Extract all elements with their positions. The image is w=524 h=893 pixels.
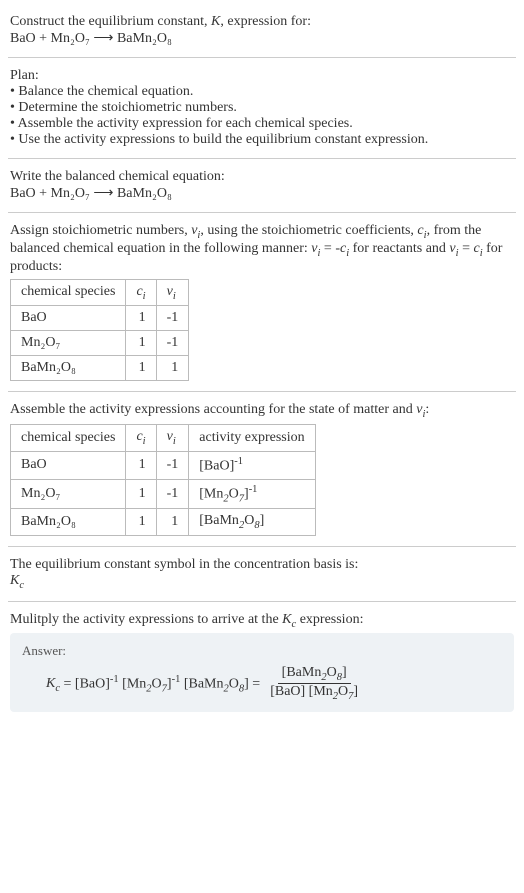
- answer-box: Answer: Kc = [BaO]-1 [Mn2O7]-1 [BaMn2O8]…: [10, 633, 514, 712]
- answer-label: Answer:: [22, 643, 502, 659]
- header-equation: BaO + Mn₂O₇ ⟶ BaMn₂O₈: [10, 30, 514, 47]
- divider: [8, 546, 516, 547]
- balanced-section: Write the balanced chemical equation: Ba…: [8, 163, 516, 208]
- table-row: BaMn₂O₈ 1 1: [11, 356, 189, 381]
- col-v: νi: [156, 279, 189, 306]
- kc-fraction: [BaMn2O8] [BaO] [Mn2O7]: [266, 665, 362, 702]
- assign-section: Assign stoichiometric numbers, νi, using…: [8, 217, 516, 387]
- kc-lhs: Kc = [BaO]-1 [Mn2O7]-1 [BaMn2O8] =: [46, 674, 260, 694]
- fraction-denominator: [BaO] [Mn2O7]: [266, 684, 362, 702]
- assemble-text: Assemble the activity expressions accoun…: [10, 402, 514, 420]
- cell-c: 1: [126, 509, 156, 536]
- divider: [8, 57, 516, 58]
- header-prompt: Construct the equilibrium constant, K, e…: [10, 14, 514, 30]
- col-c: ci: [126, 279, 156, 306]
- kc-expression: Kc = [BaO]-1 [Mn2O7]-1 [BaMn2O8] = [BaMn…: [22, 665, 502, 702]
- stoich-table-1: chemical species ci νi BaO 1 -1 Mn₂O₇ 1 …: [10, 279, 189, 382]
- table-row: BaO 1 -1: [11, 306, 189, 331]
- cell-species: BaMn₂O₈: [11, 509, 126, 536]
- cell-v: -1: [156, 306, 189, 331]
- cell-activity: [Mn2O7]-1: [189, 479, 315, 508]
- multiply-section: Mulitply the activity expressions to arr…: [8, 606, 516, 718]
- plan-bullet-2: • Determine the stoichiometric numbers.: [10, 100, 514, 116]
- cell-v: -1: [156, 479, 189, 508]
- divider: [8, 391, 516, 392]
- balanced-equation: BaO + Mn₂O₇ ⟶ BaMn₂O₈: [10, 185, 514, 202]
- cell-v: -1: [156, 451, 189, 479]
- col-species: chemical species: [11, 279, 126, 306]
- header-section: Construct the equilibrium constant, K, e…: [8, 8, 516, 53]
- assemble-section: Assemble the activity expressions accoun…: [8, 396, 516, 542]
- cell-species: BaO: [11, 306, 126, 331]
- table-row: Mn₂O₇ 1 -1: [11, 331, 189, 356]
- table-header-row: chemical species ci νi activity expressi…: [11, 425, 316, 452]
- cell-species: Mn₂O₇: [11, 479, 126, 508]
- cell-activity: [BaMn2O8]: [189, 509, 315, 536]
- col-activity: activity expression: [189, 425, 315, 452]
- cell-v: 1: [156, 356, 189, 381]
- cell-activity: [BaO]-1: [189, 451, 315, 479]
- cell-c: 1: [126, 306, 156, 331]
- table-row: Mn₂O₇ 1 -1 [Mn2O7]-1: [11, 479, 316, 508]
- cell-species: Mn₂O₇: [11, 331, 126, 356]
- col-c: ci: [126, 425, 156, 452]
- col-species: chemical species: [11, 425, 126, 452]
- cell-c: 1: [126, 356, 156, 381]
- plan-bullet-4: • Use the activity expressions to build …: [10, 132, 514, 148]
- plan-title: Plan:: [10, 68, 514, 84]
- divider: [8, 601, 516, 602]
- cell-v: 1: [156, 509, 189, 536]
- assign-text: Assign stoichiometric numbers, νi, using…: [10, 223, 514, 275]
- divider: [8, 158, 516, 159]
- plan-bullet-1: • Balance the chemical equation.: [10, 84, 514, 100]
- plan-section: Plan: • Balance the chemical equation. •…: [8, 62, 516, 154]
- fraction-numerator: [BaMn2O8]: [278, 665, 351, 684]
- symbol-section: The equilibrium constant symbol in the c…: [8, 551, 516, 597]
- stoich-table-2: chemical species ci νi activity expressi…: [10, 424, 316, 536]
- cell-species: BaMn₂O₈: [11, 356, 126, 381]
- table-row: BaO 1 -1 [BaO]-1: [11, 451, 316, 479]
- symbol-text: The equilibrium constant symbol in the c…: [10, 557, 514, 573]
- cell-c: 1: [126, 451, 156, 479]
- cell-c: 1: [126, 479, 156, 508]
- col-v: νi: [156, 425, 189, 452]
- table-header-row: chemical species ci νi: [11, 279, 189, 306]
- balanced-title: Write the balanced chemical equation:: [10, 169, 514, 185]
- cell-c: 1: [126, 331, 156, 356]
- divider: [8, 212, 516, 213]
- symbol-kc: Kc: [10, 573, 514, 591]
- multiply-text: Mulitply the activity expressions to arr…: [10, 612, 514, 630]
- plan-bullet-3: • Assemble the activity expression for e…: [10, 116, 514, 132]
- cell-v: -1: [156, 331, 189, 356]
- table-row: BaMn₂O₈ 1 1 [BaMn2O8]: [11, 509, 316, 536]
- cell-species: BaO: [11, 451, 126, 479]
